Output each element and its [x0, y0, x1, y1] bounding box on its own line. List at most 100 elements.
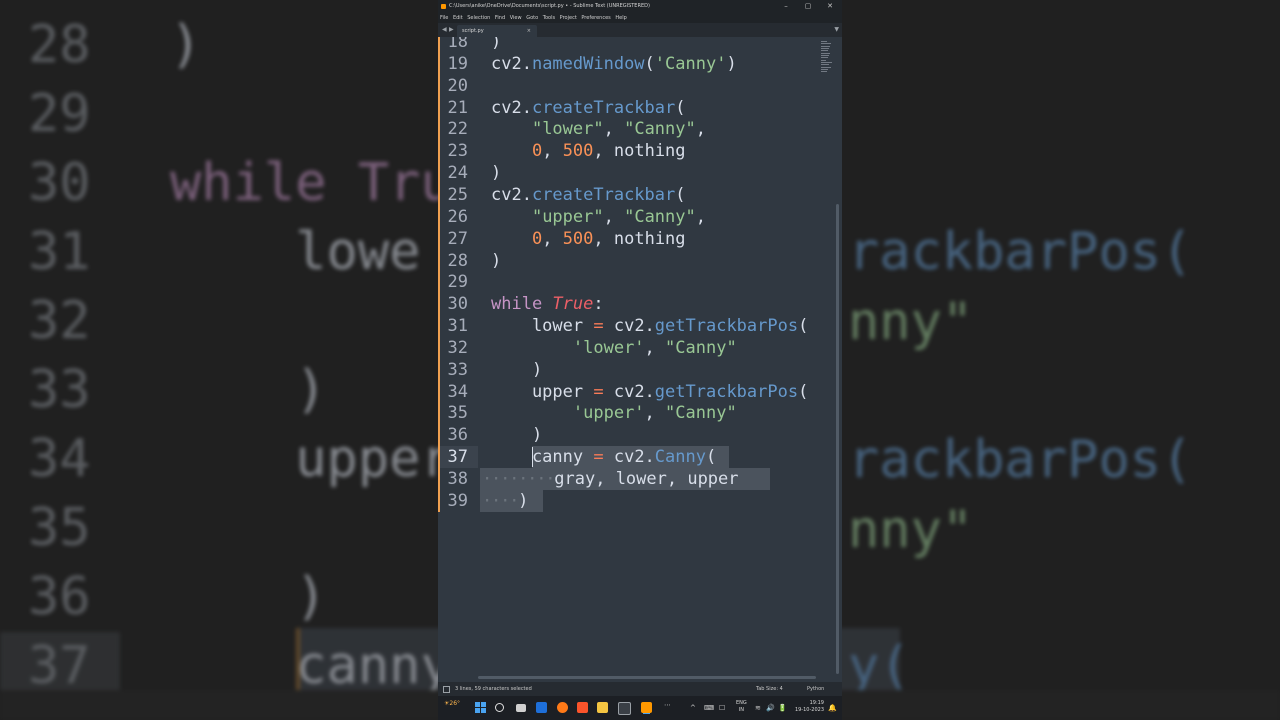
tab-scroll-left-icon[interactable]: ◀ [442, 26, 447, 33]
weather-temperature: 26° [449, 700, 461, 707]
vertical-scrollbar[interactable] [836, 204, 839, 674]
maximize-button[interactable]: ▢ [798, 0, 818, 13]
code-token: = [593, 447, 604, 468]
background-code-line: canny [170, 636, 452, 696]
clock[interactable]: 19:19 19-10-2023 [790, 700, 824, 714]
code-token: , [603, 206, 625, 227]
terminal-icon[interactable] [618, 702, 631, 715]
menu-selection[interactable]: Selection [467, 13, 490, 23]
menu-help[interactable]: Help [615, 13, 626, 23]
code-token: = [593, 316, 604, 337]
panel-toggle-icon[interactable] [443, 686, 450, 693]
clock-date: 19-10-2023 [794, 707, 824, 713]
line-number: 37 [447, 447, 468, 468]
menu-project[interactable]: Project [560, 13, 577, 23]
notifications-icon[interactable]: 🔔 [828, 704, 837, 712]
code-token: , [695, 119, 706, 140]
line-number: 21 [447, 97, 468, 118]
code-token: cv2. [491, 53, 532, 74]
wifi-icon[interactable]: ≋ [755, 704, 761, 712]
menu-view[interactable]: View [510, 13, 522, 23]
minimize-button[interactable]: – [776, 0, 796, 13]
syntax-indicator[interactable]: Python [807, 682, 824, 696]
code-token: : [593, 294, 604, 315]
windows-start-icon[interactable] [475, 702, 486, 713]
line-number: 38 [447, 469, 468, 489]
code-line: cv2.createTrackbar( [491, 185, 686, 205]
line-number: 20 [447, 75, 468, 96]
minimap[interactable] [821, 39, 833, 73]
code-token: gray, lower, upper [554, 469, 739, 489]
sublime-text-taskbar-icon[interactable] [641, 702, 652, 713]
code-token: ···· [482, 490, 519, 511]
battery-icon[interactable]: 🔋 [778, 704, 787, 712]
tab-close-icon[interactable]: × [527, 25, 531, 37]
code-editor[interactable]: 18) 19 cv2.namedWindow('Canny') 20 21 cv2.cre… [438, 37, 842, 682]
background-code-fragment: rackbarPos( [848, 430, 1193, 490]
menu-edit[interactable]: Edit [453, 13, 463, 23]
sublime-text-window: C:\Users\anike\OneDrive\Documents\script… [438, 0, 842, 720]
firefox-icon[interactable] [557, 702, 568, 713]
task-view-icon[interactable] [516, 704, 526, 712]
language-code: ENG [736, 700, 747, 706]
menu-tools[interactable]: Tools [543, 13, 555, 23]
code-token: "Canny" [624, 206, 696, 227]
code-line: ········gray, lower, upper [482, 469, 739, 489]
code-token: , [542, 141, 563, 162]
menu-goto[interactable]: Goto [526, 13, 538, 23]
keyboard-icon[interactable]: ⌨ [704, 704, 714, 712]
tab-scroll-right-icon[interactable]: ▶ [449, 26, 454, 33]
code-line: ····) [482, 491, 528, 511]
tab-script-py[interactable]: script.py × [457, 25, 537, 37]
horizontal-scrollbar[interactable] [478, 676, 816, 679]
volume-icon[interactable]: 🔊 [766, 704, 775, 712]
background-code-line: ) [170, 360, 327, 420]
tab-size-indicator[interactable]: Tab Size: 4 [756, 682, 783, 696]
background-line-number: 36 [28, 567, 91, 627]
display-icon[interactable]: ☐ [719, 704, 725, 712]
menu-find[interactable]: Find [495, 13, 505, 23]
search-icon[interactable] [495, 703, 504, 712]
line-number: 18 [447, 37, 468, 52]
menu-preferences[interactable]: Preferences [581, 13, 610, 23]
brave-browser-icon[interactable] [577, 702, 588, 713]
code-line: ) [491, 251, 501, 271]
code-line: ) [491, 37, 501, 52]
line-number: 35 [447, 403, 468, 424]
code-token: , [695, 206, 706, 227]
code-line: upper = cv2.getTrackbarPos( [491, 382, 808, 402]
code-token: = [593, 381, 604, 402]
close-window-button[interactable]: ✕ [820, 0, 840, 13]
code-line: ) [491, 163, 501, 183]
language-indicator[interactable]: ENG IN [736, 700, 747, 714]
code-token: ( [644, 53, 655, 74]
code-token: cv2. [491, 184, 532, 205]
code-token: "Canny" [665, 337, 737, 358]
code-token: ) [491, 359, 543, 380]
line-number: 30 [447, 294, 468, 315]
mail-app-icon[interactable] [536, 702, 547, 713]
file-explorer-icon[interactable] [597, 702, 608, 713]
menu-file[interactable]: File [440, 13, 448, 23]
code-token: namedWindow [531, 53, 645, 74]
code-token: ) [726, 53, 737, 74]
menu-bar: File Edit Selection Find View Goto Tools… [438, 13, 842, 23]
code-token: ( [705, 447, 717, 468]
tab-list-dropdown-icon[interactable]: ▼ [834, 26, 839, 33]
more-apps-icon[interactable]: ⋯ [664, 701, 671, 709]
code-token: ) [491, 37, 502, 52]
code-token: , [603, 119, 625, 140]
text-cursor [532, 447, 533, 467]
code-token: "Canny" [624, 119, 696, 140]
background-line-number: 37 [28, 636, 91, 696]
code-token: cv2. [603, 447, 655, 468]
weather-widget[interactable]: ☀26° [444, 700, 460, 708]
background-code-line: lowe [170, 222, 421, 282]
tray-overflow-icon[interactable]: ^ [690, 704, 696, 712]
code-line: "upper", "Canny", [491, 207, 706, 227]
code-token: ) [491, 250, 502, 271]
background-code-fragment: y( [848, 636, 911, 696]
